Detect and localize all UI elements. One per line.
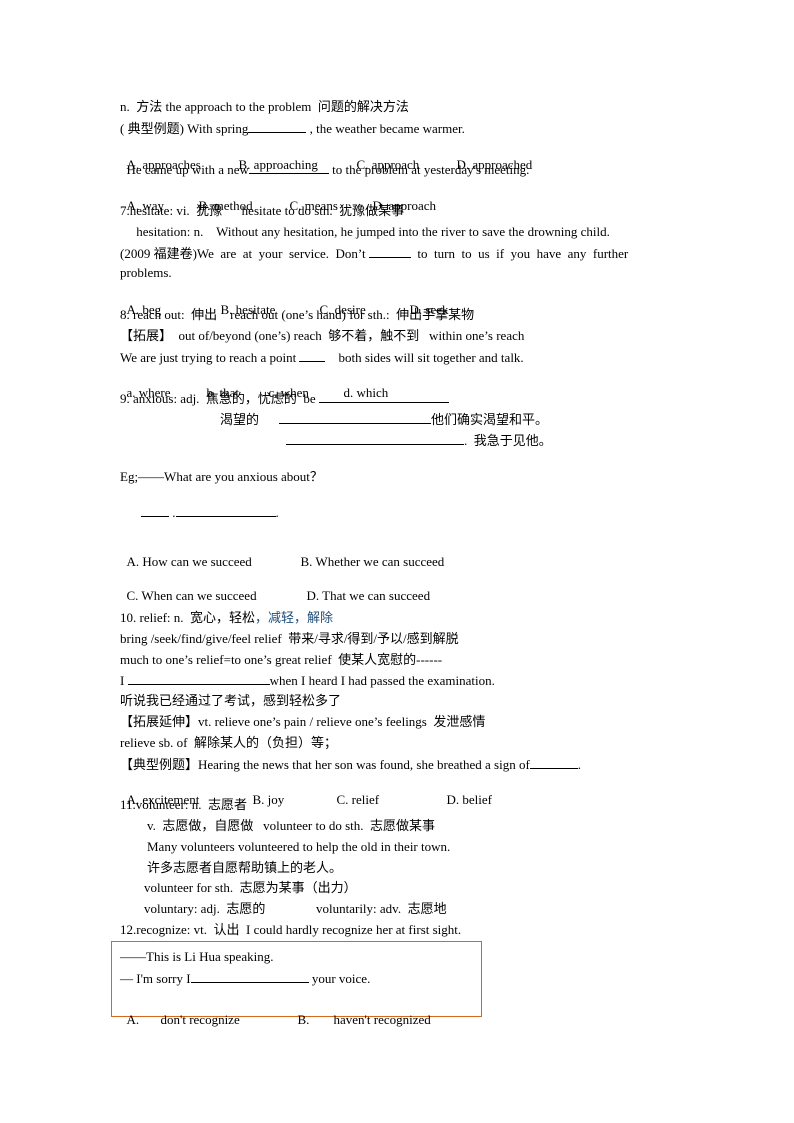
reach-extension: 【拓展】 out of/beyond (one’s) reach 够不着，触不到… xyxy=(120,328,524,344)
text: We are just trying to reach a point xyxy=(120,350,300,365)
volunteer-translation: 许多志愿者自愿帮助镇上的老人。 xyxy=(147,860,342,876)
voluntary-line: voluntary: adj. 志愿的 voluntarily: adv. 志愿地 xyxy=(144,901,447,917)
text: 【拓展】 out of/beyond (one’s) reach 够不着，触不到… xyxy=(120,328,525,343)
text: 8. reach out: 伸出 reach out (one’s hand) … xyxy=(120,307,475,322)
relief-example: 【典型例题】Hearing the news that her son was … xyxy=(120,756,581,773)
text: voluntarily: adv. 志愿地 xyxy=(316,901,447,916)
option-a-letter[interactable]: A. xyxy=(127,1012,161,1028)
answer-blank[interactable] xyxy=(279,411,432,424)
option-d[interactable]: D. That we can succeed xyxy=(307,588,431,604)
volunteer-heading: 11.volunteer: n. 志愿者 xyxy=(120,797,247,813)
option-d[interactable]: D. belief xyxy=(447,792,492,808)
box-dialogue-2: — I'm sorry I your voice. xyxy=(120,970,370,987)
answer-blank[interactable] xyxy=(190,970,309,983)
text: He came up with a new xyxy=(120,162,249,177)
hesitation-line: hesitation: n. Without any hesitation, h… xyxy=(120,224,610,240)
recognize-heading: 12.recognize: vt. 认出 I could hardly reco… xyxy=(120,922,461,938)
answer-blank[interactable] xyxy=(127,672,270,685)
answer-blank[interactable] xyxy=(175,504,276,517)
fujian-question-cont: problems. xyxy=(120,265,172,281)
text: 【拓展延伸】vt. relieve one’s pain / relieve o… xyxy=(120,714,486,729)
relief-translation: 听说我已经通过了考试，感到轻松多了 xyxy=(120,693,341,709)
answer-blank[interactable] xyxy=(318,390,449,403)
option-b[interactable]: B. joy xyxy=(253,792,337,808)
box-dialogue-1: ——This is Li Hua speaking. xyxy=(120,949,273,965)
text: ——This is Li Hua speaking. xyxy=(120,949,274,964)
volunteer-for: volunteer for sth. 志愿为某事（出力） xyxy=(144,880,357,896)
text: , the weather became warmer. xyxy=(306,121,465,136)
text: 9. anxious: adj. 焦急的，忧虑的 be xyxy=(120,391,319,406)
text: problems. xyxy=(120,265,172,280)
text: 渴望的 xyxy=(220,412,260,427)
text: both sides will sit together and talk. xyxy=(325,350,524,365)
text: hesitation: n. Without any hesitation, h… xyxy=(120,224,610,239)
answer-blank[interactable] xyxy=(368,245,411,258)
option-a[interactable]: A. How can we succeed xyxy=(127,554,301,570)
text: voluntary: adj. 志愿的 xyxy=(144,901,266,916)
text: 7.hesitate: vi. 犹豫 hesitate to do sth. 犹… xyxy=(120,203,405,218)
text: Many volunteers volunteered to help the … xyxy=(147,839,451,854)
answer-blank[interactable] xyxy=(141,504,169,517)
text: . xyxy=(577,757,582,772)
text: ( 典型例题) With spring xyxy=(120,121,249,136)
text: 【典型例题】Hearing the news that her son was … xyxy=(120,757,530,772)
anxious-heading: 9. anxious: adj. 焦急的，忧虑的 be xyxy=(120,390,449,407)
text: 11.volunteer: n. 志愿者 xyxy=(120,797,247,812)
text: n. 方法 the approach to the problem 问题的解决方… xyxy=(120,99,409,114)
option-a[interactable]: don't recognize xyxy=(161,1012,298,1028)
eg-answer-blanks: .. xyxy=(141,504,279,521)
relief-heading: 10. relief: n. 宽心，轻松，减轻，解除 xyxy=(120,610,333,626)
reach-out-heading: 8. reach out: 伸出 reach out (one’s hand) … xyxy=(120,307,474,323)
text: 许多志愿者自愿帮助镇上的老人。 xyxy=(147,860,343,875)
relief-much-to: much to one’s relief=to one’s great reli… xyxy=(120,652,442,668)
answer-blank[interactable] xyxy=(529,756,578,769)
option-b[interactable]: B. Whether we can succeed xyxy=(301,554,445,570)
text: your voice. xyxy=(308,971,371,986)
options-row: C. When can we succeed D. That we can suc… xyxy=(120,572,431,604)
text: relieve sb. of 解除某人的（负担）等； xyxy=(120,735,338,750)
options-row: A. How can we succeed B. Whether we can s… xyxy=(120,538,445,570)
relieve-extension: 【拓展延伸】vt. relieve one’s pain / relieve o… xyxy=(120,714,485,730)
text: v. 志愿做，自愿做 volunteer to do sth. 志愿做某事 xyxy=(147,818,436,833)
text: to the problem at yesterday's meeting. xyxy=(328,162,530,177)
anxious-eager-line: 渴望的 他们确实渴望和平。 xyxy=(220,411,548,428)
example-approach-line: He came up with a new to the problem at … xyxy=(120,161,530,178)
answer-blank[interactable] xyxy=(286,432,464,445)
text: I xyxy=(120,673,128,688)
relieve-of: relieve sb. of 解除某人的（负担）等； xyxy=(120,735,337,751)
hesitate-heading: 7.hesitate: vi. 犹豫 hesitate to do sth. 犹… xyxy=(120,203,404,219)
text: 12.recognize: vt. 认出 I could hardly reco… xyxy=(120,922,462,937)
option-c[interactable]: C. When can we succeed xyxy=(127,588,307,604)
answer-blank[interactable] xyxy=(248,161,329,174)
text: when I heard I had passed the examinatio… xyxy=(269,673,495,688)
approach-noun-line: n. 方法 the approach to the problem 问题的解决方… xyxy=(120,99,409,115)
option-b[interactable]: haven't recognized xyxy=(334,1012,431,1028)
text: bring /seek/find/give/feel relief 带来/寻求/… xyxy=(120,631,459,646)
text: — I'm sorry I xyxy=(120,971,191,986)
text: 他们确实渴望和平。 xyxy=(431,412,549,427)
text: . 我急于见他。 xyxy=(464,433,552,448)
text: 听说我已经通过了考试，感到轻松多了 xyxy=(120,693,342,708)
answer-blank[interactable] xyxy=(248,120,307,133)
volunteer-verb: v. 志愿做，自愿做 volunteer to do sth. 志愿做某事 xyxy=(147,818,435,834)
text: volunteer for sth. 志愿为某事（出力） xyxy=(144,880,357,895)
text: (2009 福建卷)We are at your service. Don’t xyxy=(120,246,369,261)
options-row: A. don't recognize B. haven't recognized xyxy=(120,996,431,1028)
volunteer-example: Many volunteers volunteered to help the … xyxy=(147,839,450,855)
reach-question: We are just trying to reach a point both… xyxy=(120,349,524,366)
anxious-meet-line: . 我急于见他。 xyxy=(286,432,552,449)
text: much to one’s relief=to one’s great reli… xyxy=(120,652,443,667)
highlighted-text: ，减轻，解除 xyxy=(255,610,334,625)
relief-phrases: bring /seek/find/give/feel relief 带来/寻求/… xyxy=(120,631,459,647)
text: 10. relief: n. 宽心，轻松 xyxy=(120,610,256,625)
eg-question: Eg;——What are you anxious about？ xyxy=(120,469,323,485)
fujian-question: (2009 福建卷)We are at your service. Don’t … xyxy=(120,245,628,262)
relief-exercise: I when I heard I had passed the examinat… xyxy=(120,672,495,689)
option-c[interactable]: C. relief xyxy=(337,792,447,808)
answer-blank[interactable] xyxy=(299,349,326,362)
text: to turn to us if you have any further xyxy=(410,246,629,261)
text: Eg;——What are you anxious about？ xyxy=(120,469,323,484)
option-b-letter[interactable]: B. xyxy=(298,1012,334,1028)
example-spring-line: ( 典型例题) With spring , the weather became… xyxy=(120,120,465,137)
